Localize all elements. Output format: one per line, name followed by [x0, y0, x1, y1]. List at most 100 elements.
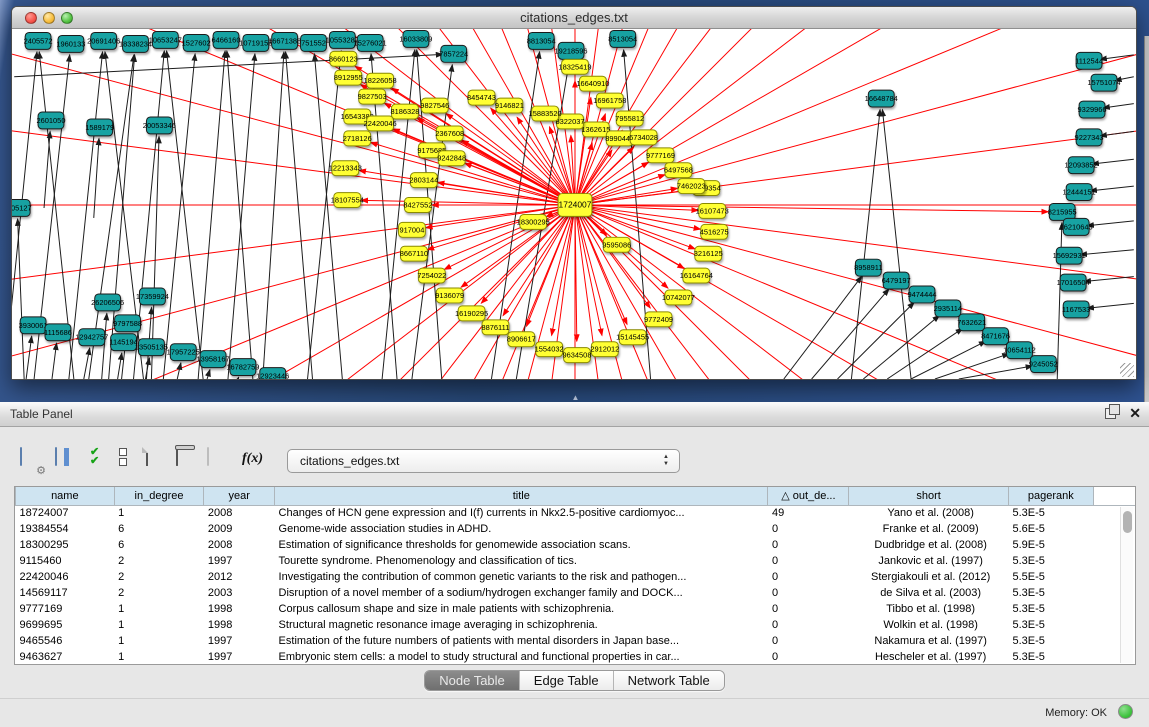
table-settings-icon[interactable]: ⚙: [20, 448, 42, 472]
graph-node[interactable]: 8912955: [334, 70, 363, 85]
graph-node[interactable]: 2601050: [37, 112, 66, 129]
column-header-pagerank[interactable]: pagerank: [1009, 487, 1094, 505]
column-header-year[interactable]: year: [204, 487, 275, 505]
graph-node[interactable]: 9797588: [113, 315, 142, 332]
table-row[interactable]: 1872400712008Changes of HCN gene express…: [16, 505, 1136, 521]
graph-node[interactable]: 12213343: [329, 161, 362, 176]
tab-network-table[interactable]: Network Table: [614, 671, 724, 690]
table-panel-header[interactable]: Table Panel ✕: [0, 402, 1149, 427]
table-select-dropdown[interactable]: citations_edges.txt ▲▼: [287, 449, 680, 473]
graph-node[interactable]: 751552: [301, 34, 327, 51]
graph-node[interactable]: 20053346: [143, 117, 176, 134]
graph-node[interactable]: 16190295: [455, 306, 488, 321]
graph-node[interactable]: 8215955: [1048, 204, 1077, 221]
graph-node[interactable]: 8958911: [854, 259, 882, 276]
graph-node[interactable]: 1960133: [56, 35, 85, 52]
graph-node[interactable]: 4516275: [700, 224, 729, 239]
graph-node[interactable]: 20691406: [87, 32, 120, 49]
graph-node[interactable]: 7857224: [439, 45, 468, 62]
graph-node[interactable]: 9595086: [602, 237, 631, 252]
graph-node[interactable]: 9146821: [495, 98, 524, 113]
graph-node[interactable]: 9634508: [562, 348, 591, 363]
table-row[interactable]: 946554611997Estimation of the future num…: [16, 633, 1136, 649]
graph-node[interactable]: 16961758: [593, 93, 626, 108]
graph-node[interactable]: 16107473: [696, 204, 729, 219]
graph-node[interactable]: 2718126: [343, 131, 372, 146]
graph-node[interactable]: 9245052: [1029, 356, 1058, 373]
graph-node[interactable]: 9777169: [646, 148, 675, 163]
graph-node[interactable]: 17957225: [167, 344, 200, 361]
graph-node[interactable]: 6479197: [882, 272, 911, 289]
graph-node[interactable]: 1145194: [109, 334, 137, 351]
window-titlebar[interactable]: citations_edges.txt: [12, 7, 1136, 29]
tab-edge-table[interactable]: Edge Table: [520, 671, 614, 690]
graph-node[interactable]: 8876111: [482, 320, 510, 335]
graph-node[interactable]: 8454743: [467, 90, 496, 105]
graph-node[interactable]: 6734028: [629, 130, 658, 145]
graph-node[interactable]: 8186328: [390, 104, 419, 119]
graph-node[interactable]: 16782759: [226, 359, 259, 376]
graph-node[interactable]: 26206506: [91, 294, 124, 311]
graph-node[interactable]: 9227343: [1075, 129, 1104, 146]
table-row[interactable]: 946362711997Embryonic stem cells: a mode…: [16, 649, 1136, 665]
close-panel-icon[interactable]: ✕: [1129, 405, 1141, 422]
scrollbar-thumb[interactable]: [1123, 511, 1132, 533]
clear-selection-icon[interactable]: [119, 448, 141, 472]
column-header-in_degree[interactable]: in_degree: [114, 487, 204, 505]
graph-node[interactable]: 15751074: [1087, 74, 1120, 91]
table-row[interactable]: 969969511998Structural magnetic resonanc…: [16, 617, 1136, 633]
graph-node[interactable]: 8906617: [507, 332, 536, 347]
graph-node[interactable]: 16164764: [680, 268, 713, 283]
graph-node[interactable]: 7254022: [417, 268, 446, 283]
graph-node[interactable]: 9329966: [1078, 101, 1107, 118]
table-row[interactable]: 1456911722003Disruption of a novel membe…: [16, 585, 1136, 601]
table-row[interactable]: 977716911998Corpus callosum shape and si…: [16, 601, 1136, 617]
graph-node[interactable]: 2935114: [934, 300, 962, 317]
float-panel-icon[interactable]: [1105, 408, 1116, 419]
graph-node[interactable]: 7462023: [677, 179, 706, 194]
graph-node[interactable]: 19218596: [554, 42, 587, 59]
graph-node[interactable]: 22420046: [364, 116, 397, 131]
graph-node[interactable]: 8405127: [12, 200, 32, 217]
graph-node[interactable]: 16033809: [399, 30, 432, 47]
node-table[interactable]: namein_degreeyeartitle△ out_de...shortpa…: [14, 486, 1136, 665]
graph-node[interactable]: 18300295: [517, 214, 550, 229]
new-table-icon[interactable]: [146, 448, 168, 472]
graph-node[interactable]: 9242848: [437, 151, 466, 166]
table-row[interactable]: 1938455462009Genome-wide association stu…: [16, 521, 1136, 537]
graph-node[interactable]: 15276021: [354, 34, 387, 51]
graph-node[interactable]: 9474444: [908, 286, 937, 303]
graph-node[interactable]: 15692931: [1053, 247, 1086, 264]
graph-node[interactable]: 10742077: [662, 290, 695, 305]
graph-node[interactable]: 2367608: [435, 126, 464, 141]
graph-node[interactable]: 6497568: [664, 163, 693, 178]
column-header-out_de[interactable]: △ out_de...: [768, 487, 849, 505]
graph-node[interactable]: 18338234: [119, 35, 152, 52]
graph-node[interactable]: 10654112: [1003, 342, 1036, 359]
graph-node[interactable]: 2803144: [409, 173, 438, 188]
graph-node[interactable]: 1724007: [558, 194, 592, 217]
graph-node[interactable]: 18226058: [364, 73, 397, 88]
table-row[interactable]: 2242004622012Investigating the contribut…: [16, 569, 1136, 585]
graph-node[interactable]: 12093852: [1065, 157, 1098, 174]
table-row[interactable]: 911546021997Tourette syndrome. Phenomeno…: [16, 553, 1136, 569]
graph-node[interactable]: 8813054: [527, 32, 556, 49]
network-canvas[interactable]: 2405572196013320691406183382341065324715…: [12, 29, 1136, 379]
graph-node[interactable]: 6466160: [212, 31, 241, 48]
graph-node[interactable]: 8660123: [329, 51, 358, 66]
graph-node[interactable]: 16210643: [1060, 218, 1093, 235]
graph-node[interactable]: 8471676: [981, 328, 1010, 345]
graph-node[interactable]: 12923446: [256, 368, 289, 379]
delete-table-icon[interactable]: [176, 448, 198, 472]
graph-node[interactable]: 3216125: [694, 246, 723, 261]
column-header-name[interactable]: name: [16, 487, 115, 505]
graph-node[interactable]: 16640910: [576, 76, 609, 91]
graph-node[interactable]: 10653247: [149, 31, 182, 48]
graph-node[interactable]: 9772409: [644, 312, 673, 327]
graph-node[interactable]: 17016504: [1057, 274, 1090, 291]
graph-node[interactable]: 13958167: [197, 351, 230, 368]
graph-node[interactable]: 17359924: [136, 288, 169, 305]
table-row[interactable]: 1830029562008Estimation of significance …: [16, 537, 1136, 553]
column-header-short[interactable]: short: [849, 487, 1009, 505]
graph-node[interactable]: 8513054: [608, 30, 637, 47]
